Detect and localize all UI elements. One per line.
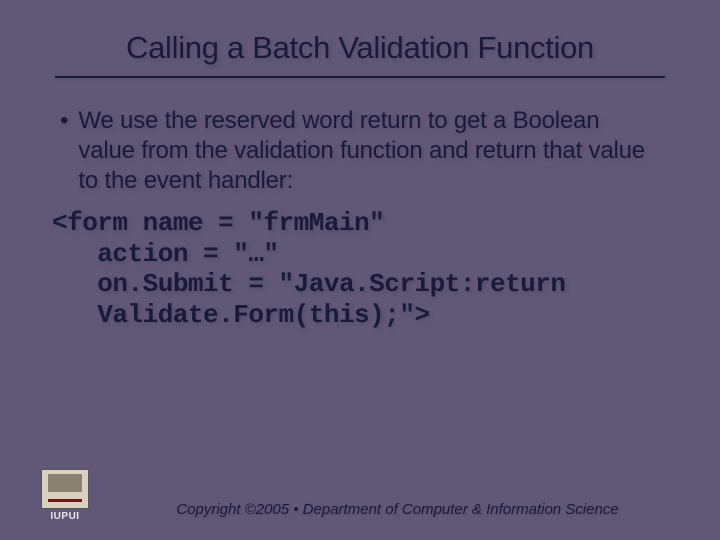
copyright-text: Copyright ©2005 • Department of Computer… [95, 501, 680, 522]
slide: Calling a Batch Validation Function • We… [0, 0, 720, 540]
logo: IUPUI [35, 469, 95, 522]
code-block: <form name = "frmMain" action = "…" on.S… [52, 208, 670, 331]
code-line-1: <form name = "frmMain" [52, 208, 384, 238]
bullet-item: • We use the reserved word return to get… [60, 106, 650, 196]
logo-label: IUPUI [50, 511, 79, 522]
slide-title: Calling a Batch Validation Function [50, 30, 670, 66]
bullet-marker: • [60, 106, 68, 136]
code-line-4: Validate.Form(this);"> [52, 300, 430, 330]
bullet-text: We use the reserved word return to get a… [78, 106, 650, 196]
logo-icon [41, 469, 89, 509]
title-rule [55, 76, 665, 78]
code-line-2: action = "…" [52, 239, 279, 269]
code-line-3: on.Submit = "Java.Script:return [52, 269, 566, 299]
footer: IUPUI Copyright ©2005 • Department of Co… [0, 469, 720, 522]
